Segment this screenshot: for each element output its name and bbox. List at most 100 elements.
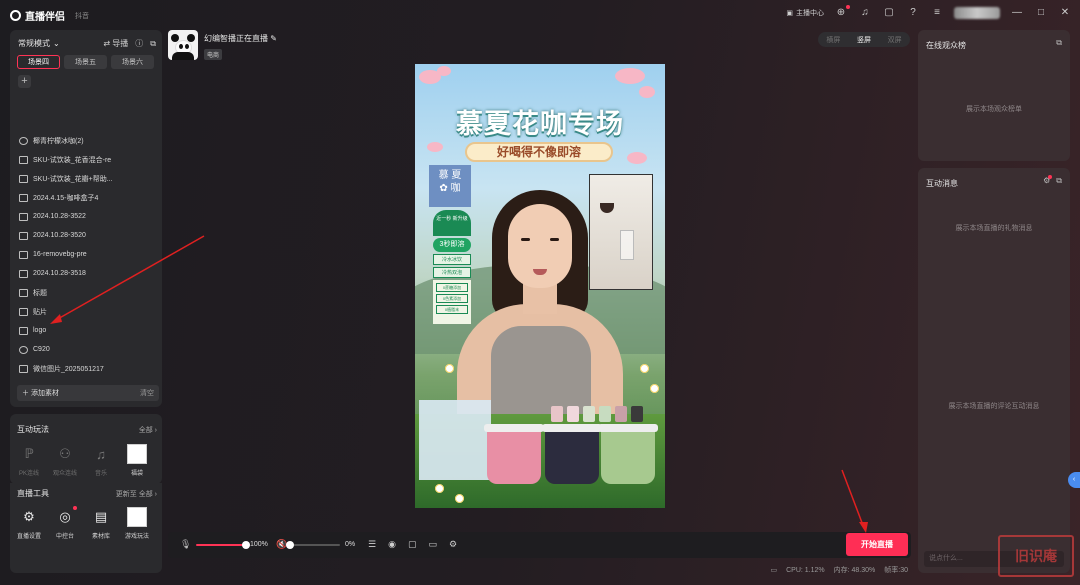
speaker-volume-slider[interactable]: [290, 544, 340, 546]
user-avatar[interactable]: [954, 7, 1000, 19]
edit-icon[interactable]: ✎: [270, 34, 277, 43]
streamer-name: 幻编智播正在直播: [204, 34, 268, 43]
music-button[interactable]: ♫ 音乐: [86, 444, 116, 478]
source-label: SKU-试饮装_花瓣+帮助...: [33, 175, 113, 183]
popout-icon[interactable]: ⧉: [1056, 176, 1062, 186]
lucky-bag-icon: [127, 444, 147, 464]
camera-icon[interactable]: ▢: [408, 539, 417, 550]
interactive-more-link[interactable]: 全部 ›: [139, 425, 157, 435]
beauty-icon[interactable]: ◉: [388, 539, 396, 550]
image-icon: [19, 231, 28, 240]
material-library-label: 素材库: [91, 534, 110, 540]
image-icon: [19, 212, 28, 221]
source-item[interactable]: 2024.4.15-咖啡盒子4: [17, 188, 157, 207]
audience-link-button[interactable]: ⚇ 观众连线: [50, 444, 80, 477]
settings-icon[interactable]: ⚙: [1043, 175, 1053, 186]
stream-preview[interactable]: 慕夏花咖专场 好喝得不像即溶 慕 夏 ✿ 咖 近一秒 新升级 3秒即溶 冷水冰饮…: [415, 64, 665, 508]
scene-tab-4[interactable]: 场景四: [17, 55, 60, 69]
help-icon[interactable]: ?: [906, 6, 920, 20]
product-scene-image: [589, 174, 653, 290]
control-center-button[interactable]: ◎ 中控台: [50, 506, 80, 540]
title-bar: 直播伴侣 抖音 ▣ 主播中心 ⊕ ♫ ▢ ? ≡ — □ ✕: [0, 0, 1080, 28]
record-icon[interactable]: ▭: [428, 539, 437, 550]
maximize-icon[interactable]: □: [1034, 6, 1048, 20]
mic-volume-knob[interactable]: [242, 541, 250, 549]
source-item[interactable]: 贴片: [17, 302, 157, 321]
game-play-label: 游戏玩法: [124, 534, 149, 540]
view-dual[interactable]: 双屏: [888, 35, 902, 45]
source-item[interactable]: 2024.10.28-3520: [17, 226, 157, 245]
speaker-volume-knob[interactable]: [286, 541, 294, 549]
source-item[interactable]: C920: [17, 340, 157, 359]
live-settings-button[interactable]: ⚙ 直播设置: [14, 507, 44, 540]
source-item[interactable]: 标题: [17, 283, 157, 302]
tools-more-link[interactable]: 更新至 全部 ›: [116, 489, 157, 499]
menu-icon[interactable]: ≡: [930, 6, 944, 20]
app-logo: 直播伴侣 抖音: [10, 8, 89, 23]
mic-volume-slider[interactable]: [196, 544, 246, 546]
source-item[interactable]: 16-removebg-pre: [17, 245, 157, 264]
swap-icon: ⇄: [103, 39, 111, 48]
live-settings-label: 直播设置: [16, 534, 41, 540]
link-icon: ⚇: [59, 446, 71, 461]
source-item[interactable]: logo: [17, 321, 157, 340]
preview-title: 慕夏花咖专场: [456, 109, 624, 139]
source-label: C920: [33, 346, 50, 353]
streamer-avatar[interactable]: [168, 30, 198, 60]
source-item[interactable]: SKU-试饮装_花瓣+帮助...: [17, 169, 157, 188]
source-item[interactable]: 微信图片_2025051217: [17, 359, 157, 378]
source-label: 贴片: [33, 308, 47, 316]
settings-icon: ⚙: [23, 509, 35, 524]
badge-tag-1: 冷水冰饮: [433, 254, 471, 265]
scene-tab-6[interactable]: 场景六: [111, 55, 154, 69]
settings-icon[interactable]: ⚙: [449, 539, 457, 550]
messages-title: 互动消息: [926, 179, 958, 188]
badge-list-item: 0色素添加: [436, 294, 468, 303]
add-scene-button[interactable]: +: [18, 75, 31, 88]
view-portrait[interactable]: 竖屏: [857, 35, 871, 45]
minimize-icon[interactable]: —: [1010, 6, 1024, 20]
audience-rank-title: 在线观众榜: [926, 41, 966, 50]
source-item[interactable]: SKU-试饮装_花香混合-re: [17, 150, 157, 169]
game-play-button[interactable]: 游戏玩法: [122, 507, 152, 540]
control-icon: ◎: [55, 506, 77, 527]
brand-char-1: 慕: [438, 170, 449, 181]
guide-button[interactable]: ⇄ 导播: [103, 38, 128, 49]
brand-logo: 慕 夏 ✿ 咖: [429, 165, 471, 207]
popout-icon[interactable]: ⧉: [150, 39, 156, 49]
message-icon[interactable]: ▢: [882, 6, 896, 20]
anchor-center-label: 主播中心: [796, 10, 824, 17]
app-name: 直播伴侣: [25, 12, 65, 23]
image-icon: [19, 307, 28, 316]
start-live-button[interactable]: 开始直播: [846, 533, 908, 556]
tools-update-label: 更新至: [115, 490, 137, 498]
source-item[interactable]: 椰青柠檬冰咖(2): [17, 131, 157, 150]
mode-select[interactable]: 常规模式 ⌄: [18, 38, 60, 49]
add-material-button[interactable]: ＋ 添加素材: [22, 388, 59, 398]
mixer-icon[interactable]: ☰: [368, 539, 376, 550]
source-item[interactable]: 2024.10.28-3518: [17, 264, 157, 283]
view-landscape[interactable]: 横屏: [826, 35, 840, 45]
close-icon[interactable]: ✕: [1058, 6, 1072, 20]
mic-icon[interactable]: 🎙: [180, 539, 191, 550]
popout-icon[interactable]: ⧉: [1056, 38, 1062, 48]
music-icon: ♫: [96, 446, 106, 462]
material-library-button[interactable]: ▤ 素材库: [86, 507, 116, 540]
badge-list-item: 0蔗糖添加: [436, 283, 468, 292]
interactive-panel: 互动玩法 全部 › ℙ PK连线 ⚇ 观众连线 ♫ 音乐 福袋: [10, 414, 162, 484]
source-list: 椰青柠檬冰咖(2) SKU-试饮装_花香混合-re SKU-试饮装_花瓣+帮助.…: [17, 131, 157, 378]
source-item[interactable]: 2024.10.28-3522: [17, 207, 157, 226]
brand-char-2: 夏: [451, 170, 462, 181]
scene-tab-5[interactable]: 场景五: [64, 55, 107, 69]
pk-button[interactable]: ℙ PK连线: [14, 444, 44, 477]
expand-side-tab[interactable]: ‹: [1068, 472, 1080, 488]
source-label: SKU-试饮装_花香混合-re: [33, 156, 112, 164]
headset-icon[interactable]: ♫: [858, 6, 872, 20]
upload-icon[interactable]: ⊕: [834, 5, 850, 20]
help-icon[interactable]: ⓘ: [135, 38, 143, 49]
guide-label: 导播: [112, 39, 129, 48]
anchor-center-link[interactable]: ▣ 主播中心: [786, 8, 824, 18]
lucky-bag-button[interactable]: 福袋: [122, 444, 152, 477]
source-label: 微信图片_2025051217: [33, 365, 104, 373]
clear-button[interactable]: 清空: [140, 388, 154, 398]
